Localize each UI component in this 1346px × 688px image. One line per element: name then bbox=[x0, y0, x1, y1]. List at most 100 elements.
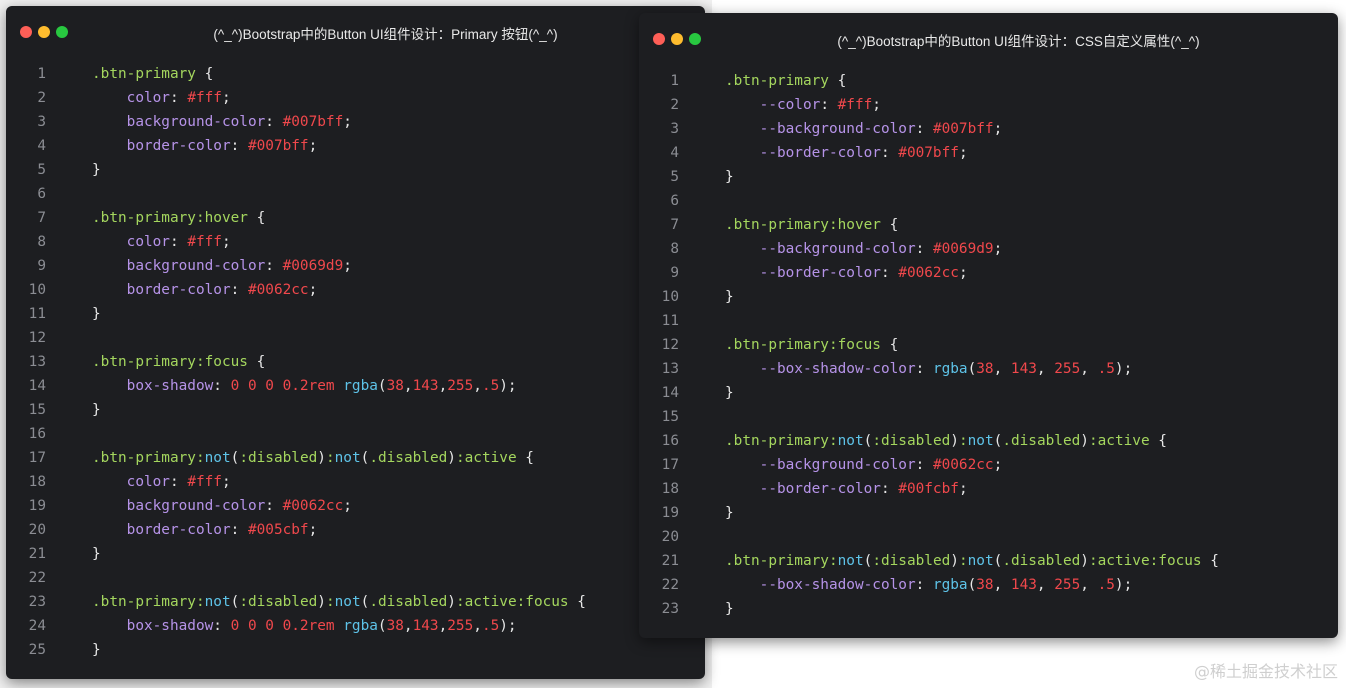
code-token: : bbox=[915, 457, 933, 473]
code-line: 12 bbox=[6, 326, 705, 350]
code-token: #fff bbox=[837, 97, 873, 113]
code-token: ; bbox=[221, 90, 231, 106]
code-token: .btn-primary:hover bbox=[725, 217, 881, 233]
line-number: 21 bbox=[661, 553, 679, 569]
code-token: --background-color bbox=[759, 241, 916, 257]
line-number: 7 bbox=[37, 210, 46, 226]
line-number: 2 bbox=[670, 97, 679, 113]
code-token: : bbox=[958, 433, 968, 449]
line-number: 4 bbox=[670, 145, 679, 161]
code-token: 143 bbox=[1010, 577, 1037, 593]
code-token: border-color bbox=[126, 282, 231, 298]
line-number: 22 bbox=[661, 577, 679, 593]
code-token: box-shadow bbox=[126, 378, 214, 394]
line-number: 18 bbox=[28, 474, 46, 490]
line-number: 9 bbox=[37, 258, 46, 274]
code-line: 14 box-shadow: 0 0 0 0.2rem rgba(38,143,… bbox=[6, 374, 705, 398]
code-token: ); bbox=[1114, 361, 1133, 377]
close-icon[interactable] bbox=[20, 26, 32, 38]
code-token: .btn-primary:focus bbox=[92, 354, 248, 370]
code-token: .disabled bbox=[1002, 433, 1081, 449]
line-number: 19 bbox=[661, 505, 679, 521]
code-line: 3 --background-color: #007bff; bbox=[639, 117, 1338, 141]
code-line: 15} bbox=[6, 398, 705, 422]
code-token: ) bbox=[447, 450, 456, 466]
code-window-css-custom-properties: (^_^)Bootstrap中的Button UI组件设计：CSS自定义属性(^… bbox=[639, 13, 1338, 638]
code-token: ( bbox=[993, 553, 1003, 569]
line-number: 17 bbox=[28, 450, 46, 466]
line-number: 16 bbox=[661, 433, 679, 449]
code-token: not bbox=[967, 553, 994, 569]
code-token: 0 0 0 0.2rem bbox=[230, 378, 335, 394]
code-token: not bbox=[837, 433, 864, 449]
line-number: 20 bbox=[661, 529, 679, 545]
minimize-icon[interactable] bbox=[38, 26, 50, 38]
maximize-icon[interactable] bbox=[689, 33, 701, 45]
code-token: , bbox=[993, 577, 1011, 593]
line-number: 20 bbox=[28, 522, 46, 538]
code-token: ; bbox=[308, 138, 318, 154]
code-line: 22 --box-shadow-color: rgba(38, 143, 255… bbox=[639, 573, 1338, 597]
code-line: 4 --border-color: #007bff; bbox=[639, 141, 1338, 165]
code-block: 1 .btn-primary {2 color: #fff; 3 backgroun… bbox=[6, 62, 705, 662]
code-line: 13 .btn-primary:focus { bbox=[6, 350, 705, 374]
code-token: } bbox=[92, 162, 101, 178]
line-number: 14 bbox=[661, 385, 679, 401]
code-token: : bbox=[880, 265, 899, 281]
line-number: 25 bbox=[28, 642, 46, 658]
close-icon[interactable] bbox=[653, 33, 665, 45]
code-token: ( bbox=[967, 361, 977, 377]
code-token: } bbox=[725, 289, 734, 305]
code-line: 23 .btn-primary:not(:disabled):not(.disab… bbox=[6, 590, 705, 614]
code-token: : bbox=[230, 138, 248, 154]
code-token: not bbox=[967, 433, 994, 449]
code-token: 255 bbox=[1054, 577, 1081, 593]
code-token: 38 bbox=[976, 577, 994, 593]
code-line: 4 border-color: #007bff; bbox=[6, 134, 705, 158]
code-token: rgba bbox=[343, 378, 378, 394]
code-token: { bbox=[880, 337, 899, 353]
line-number: 15 bbox=[28, 402, 46, 418]
code-token: } bbox=[92, 546, 101, 562]
code-token: rgba bbox=[932, 361, 968, 377]
code-token: :active:focus bbox=[455, 594, 569, 610]
maximize-icon[interactable] bbox=[56, 26, 68, 38]
code-token: } bbox=[725, 505, 734, 521]
line-number: 18 bbox=[661, 481, 679, 497]
code-token: ); bbox=[499, 378, 517, 394]
line-number: 10 bbox=[661, 289, 679, 305]
code-line: 19 background-color: #0062cc; bbox=[6, 494, 705, 518]
code-token: --border-color bbox=[759, 145, 881, 161]
code-token: : bbox=[958, 553, 968, 569]
code-token: #007bff bbox=[282, 114, 344, 130]
minimize-icon[interactable] bbox=[671, 33, 683, 45]
code-token: ; bbox=[993, 121, 1003, 137]
code-line: 11 bbox=[639, 309, 1338, 333]
line-number: 5 bbox=[37, 162, 46, 178]
code-token: #0062cc bbox=[247, 282, 309, 298]
code-token: ; bbox=[308, 282, 318, 298]
code-token: border-color bbox=[126, 522, 231, 538]
code-token: ; bbox=[958, 145, 968, 161]
code-line: 13 --box-shadow-color: rgba(38, 143, 255… bbox=[639, 357, 1338, 381]
code-token: { bbox=[195, 66, 214, 82]
code-line: 7 .btn-primary:hover { bbox=[6, 206, 705, 230]
line-number: 21 bbox=[28, 546, 46, 562]
code-token: --box-shadow-color bbox=[759, 361, 916, 377]
code-line: 14} bbox=[639, 381, 1338, 405]
code-token: .btn-primary:hover bbox=[92, 210, 248, 226]
code-token: .5 bbox=[481, 378, 500, 394]
code-window-primary-button: (^_^)Bootstrap中的Button UI组件设计：Primary 按钮… bbox=[6, 6, 705, 679]
line-number: 6 bbox=[670, 193, 679, 209]
code-token: --color bbox=[759, 97, 821, 113]
code-token: : bbox=[915, 241, 933, 257]
